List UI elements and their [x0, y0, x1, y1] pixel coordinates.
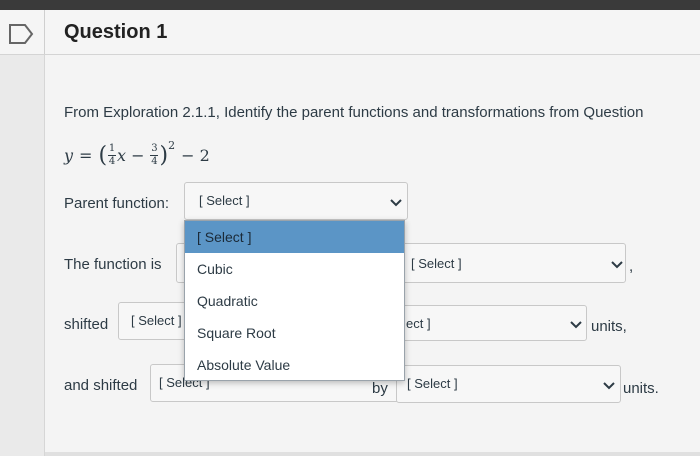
parent-function-value: [ Select ]	[199, 193, 250, 208]
shifted-label: shifted	[64, 316, 109, 333]
chevron-down-icon	[603, 382, 615, 390]
shifted-select-2-value: ect ]	[406, 316, 431, 331]
equation-equals: =	[79, 145, 93, 165]
flag-question-icon[interactable]	[8, 24, 34, 44]
shifted-units: units,	[591, 318, 627, 335]
equation-variable: x	[117, 145, 127, 165]
top-bar	[0, 0, 700, 10]
dropdown-option-quadratic[interactable]: Quadratic	[185, 285, 404, 317]
dropdown-option-select[interactable]: [ Select ]	[185, 221, 404, 253]
fraction-2-denominator: 4	[151, 155, 158, 167]
close-paren: )	[159, 142, 169, 168]
fraction-1-denominator: 4	[108, 155, 116, 167]
equation-minus: −	[131, 145, 145, 165]
shifted-select-2[interactable]: ect ]	[395, 305, 587, 341]
shifted-select-1[interactable]: [ Select ]	[118, 302, 188, 340]
open-paren: (	[98, 142, 108, 168]
fraction-2: 3 4	[150, 142, 159, 167]
question-header: Question 1	[0, 10, 700, 55]
equation-lhs: y	[64, 145, 74, 165]
by-label: by	[372, 380, 388, 397]
fraction-2-numerator: 3	[151, 142, 158, 154]
dropdown-option-square-root[interactable]: Square Root	[185, 317, 404, 349]
function-is-comma: ,	[629, 258, 634, 275]
header-divider	[44, 10, 45, 54]
and-shifted-label: and shifted	[64, 377, 138, 394]
and-shifted-select-2[interactable]: [ Select ]	[396, 365, 621, 403]
equation: y = ( 1 4 x − 3 4 ) 2 − 2	[64, 138, 210, 172]
and-shifted-select-2-value: [ Select ]	[407, 376, 458, 391]
question-title: Question 1	[64, 21, 168, 43]
parent-function-label: Parent function:	[64, 195, 170, 212]
dropdown-option-cubic[interactable]: Cubic	[185, 253, 404, 285]
dropdown-option-absolute-value[interactable]: Absolute Value	[185, 349, 404, 381]
chevron-down-icon	[611, 261, 623, 269]
and-shifted-units: units.	[623, 380, 659, 397]
bottom-rule	[45, 452, 700, 456]
function-is-value: [ Select ]	[411, 256, 462, 271]
parent-function-dropdown-list: [ Select ] Cubic Quadratic Square Root A…	[184, 220, 405, 381]
question-prompt: From Exploration 2.1.1, Identify the par…	[64, 104, 644, 121]
equation-exponent: 2	[168, 138, 176, 152]
chevron-down-icon	[570, 321, 582, 329]
parent-function-select[interactable]: [ Select ]	[184, 182, 408, 220]
left-gutter	[0, 55, 44, 456]
fraction-1-numerator: 1	[108, 142, 116, 154]
chevron-down-icon	[390, 199, 402, 207]
fraction-1: 1 4	[108, 142, 117, 167]
shifted-select-1-value: [ Select ]	[131, 313, 182, 328]
function-is-label: The function is	[64, 256, 162, 273]
equation-tail: − 2	[181, 145, 210, 165]
